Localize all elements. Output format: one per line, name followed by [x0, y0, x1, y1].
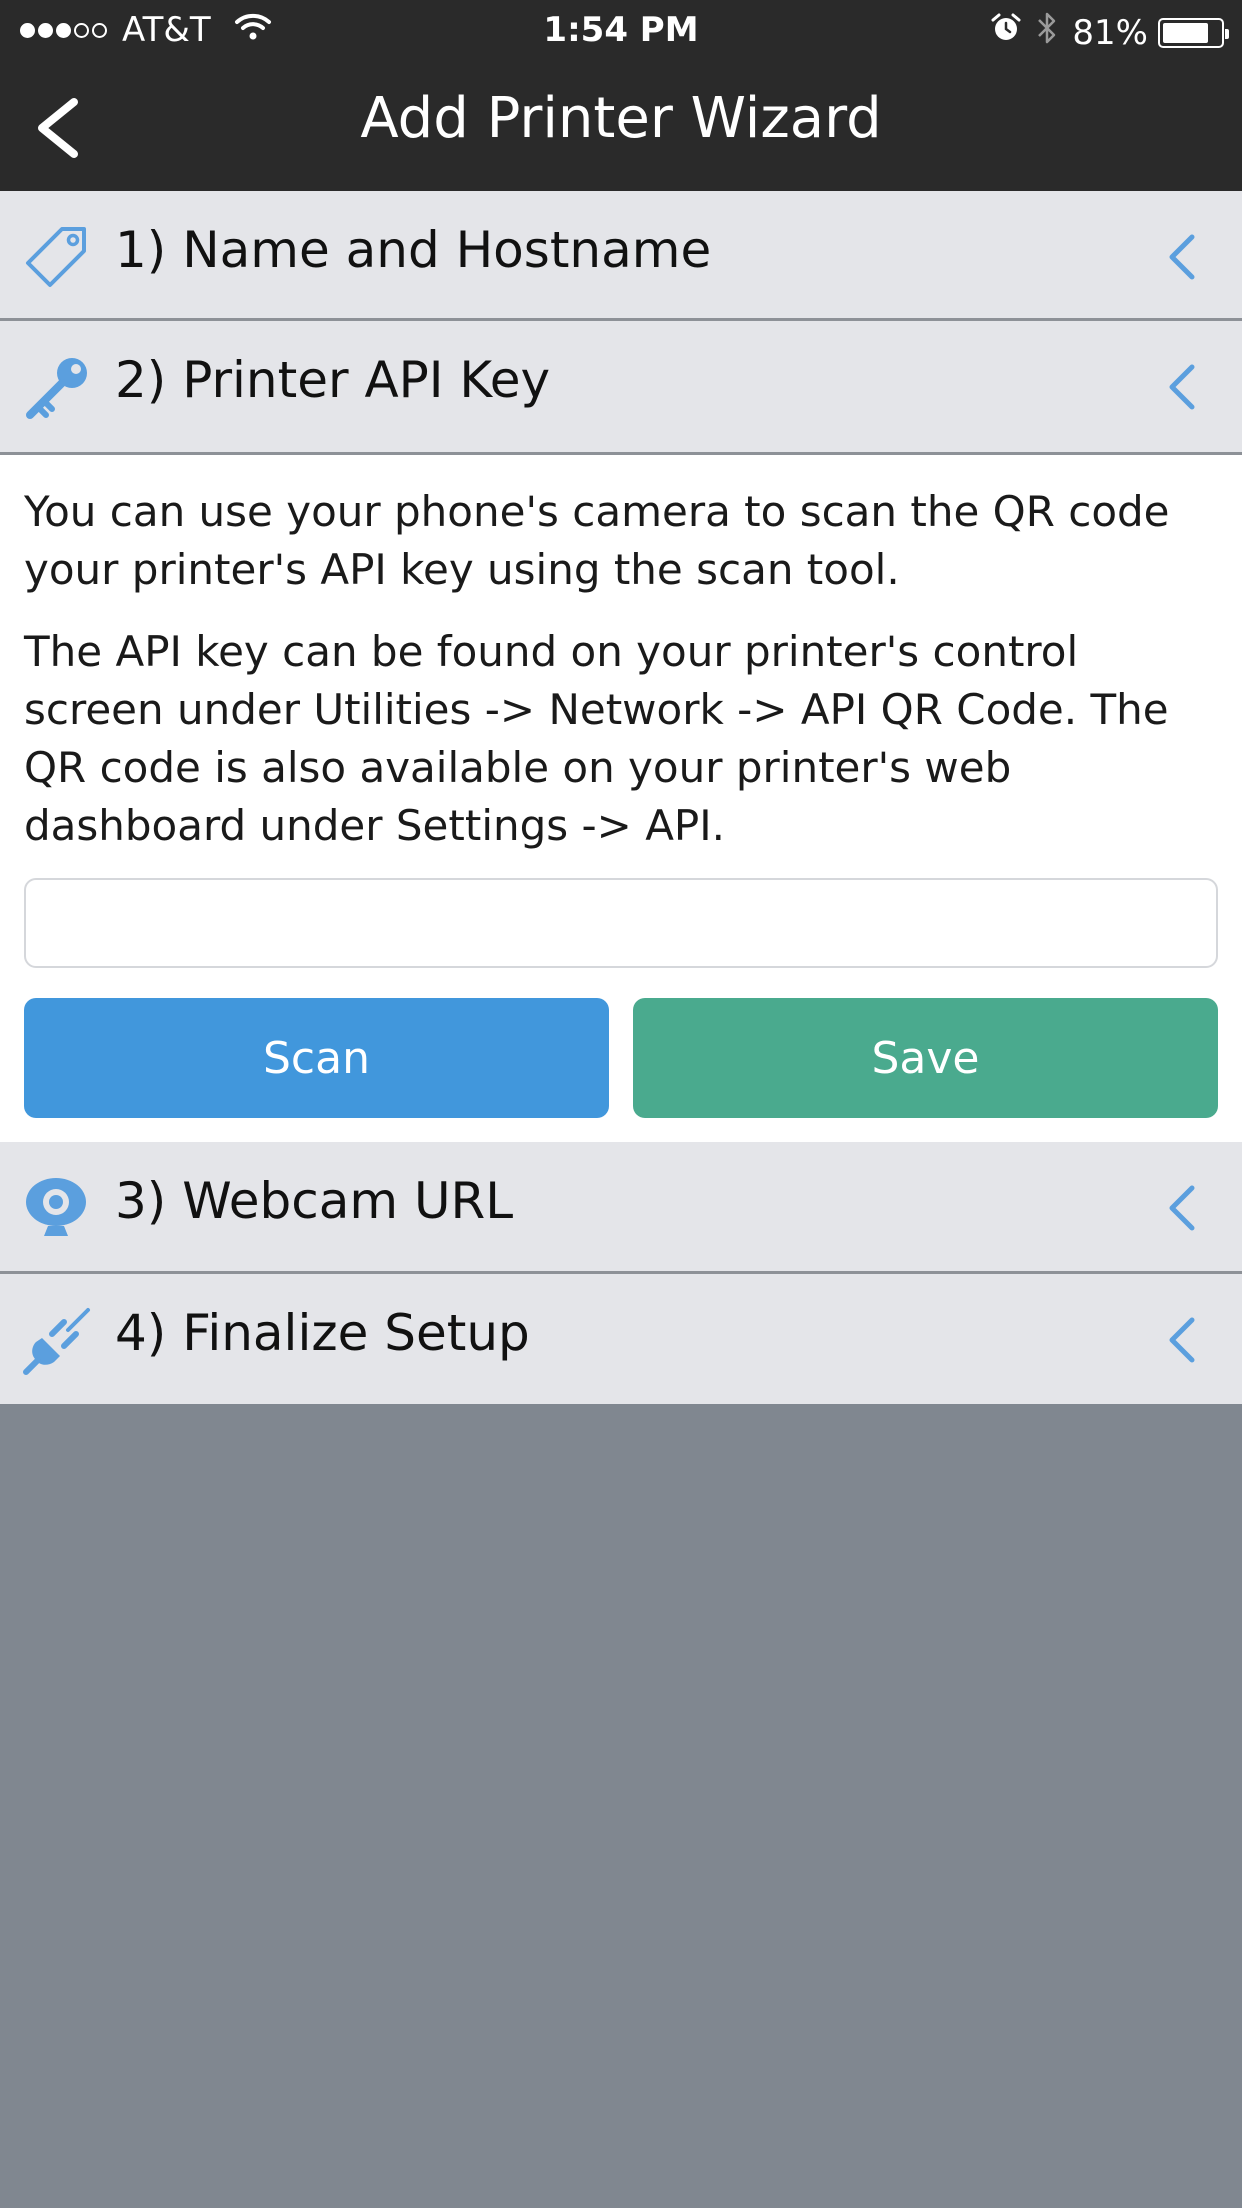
battery-tip	[1225, 28, 1229, 39]
status-bar: AT&T 1:54 PM 81%	[0, 0, 1242, 60]
status-right: 81%	[990, 10, 1229, 55]
bluetooth-icon	[1036, 10, 1058, 55]
section-name-hostname[interactable]: 1) Name and Hostname	[0, 191, 1242, 321]
page-title: Add Printer Wizard	[360, 86, 882, 151]
section-label: 3) Webcam URL	[115, 1172, 514, 1230]
api-key-intro-text: You can use your phone's camera to scan …	[24, 487, 1170, 594]
section-label: 1) Name and Hostname	[115, 221, 712, 279]
section-label: 4) Finalize Setup	[115, 1304, 530, 1362]
app-header: AT&T 1:54 PM 81% Add Printer Wizard	[0, 0, 1242, 191]
battery-level	[1163, 22, 1209, 43]
battery-icon	[1158, 17, 1229, 48]
webcam-icon	[22, 1172, 94, 1244]
chevron-left-icon	[1162, 1182, 1202, 1234]
chevron-left-icon	[1162, 1314, 1202, 1366]
alarm-icon	[990, 12, 1022, 53]
section-label: 2) Printer API Key	[115, 351, 551, 409]
chevron-left-icon	[1162, 361, 1202, 413]
tag-icon	[22, 221, 94, 293]
battery-percent: 81%	[1072, 12, 1148, 53]
plug-icon	[22, 1304, 94, 1376]
section-printer-api-key[interactable]: 2) Printer API Key	[0, 321, 1242, 455]
api-key-instructions-text: The API key can be found on your printer…	[24, 627, 1169, 850]
scan-button[interactable]: Scan	[24, 998, 609, 1118]
section-finalize-setup[interactable]: 4) Finalize Setup	[0, 1274, 1242, 1404]
key-icon	[22, 351, 94, 423]
api-key-input[interactable]	[24, 878, 1218, 968]
chevron-left-icon	[1162, 231, 1202, 283]
api-key-panel: You can use your phone's camera to scan …	[0, 455, 1242, 1142]
save-button[interactable]: Save	[633, 998, 1218, 1118]
section-webcam-url[interactable]: 3) Webcam URL	[0, 1142, 1242, 1274]
